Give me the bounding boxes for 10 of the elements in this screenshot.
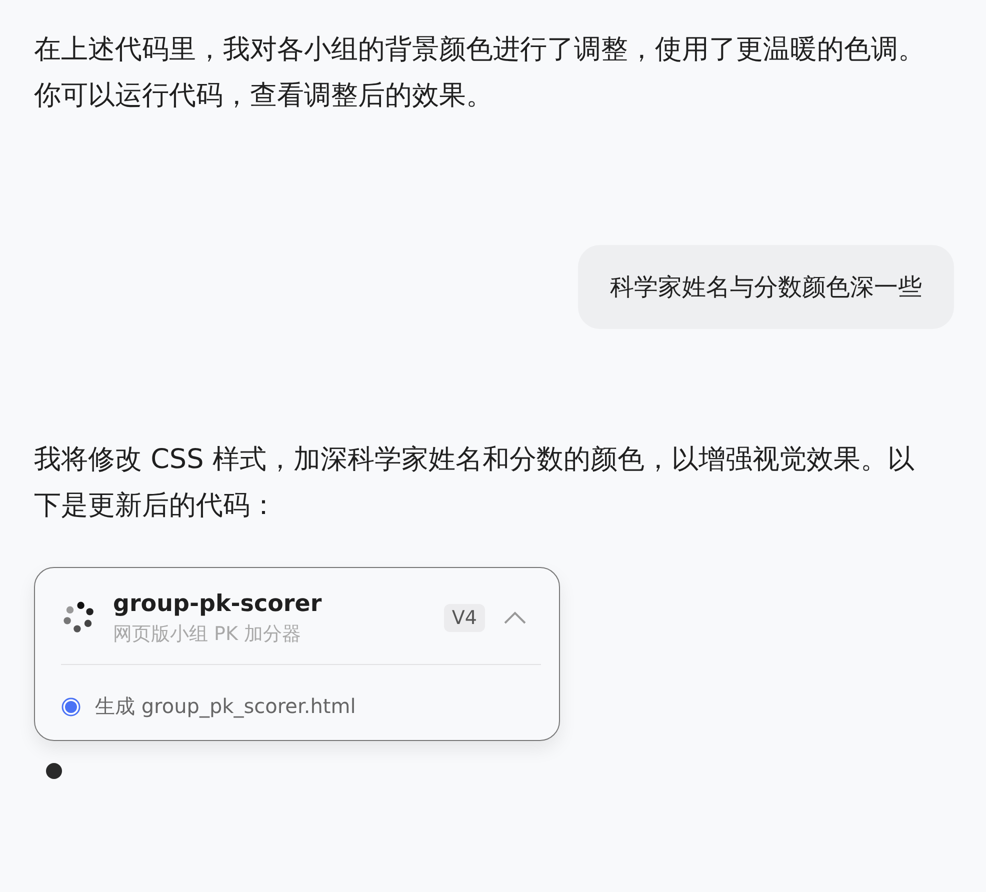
chevron-icon[interactable] [503, 611, 527, 625]
assistant-message: 我将修改 CSS 样式，加深科学家姓名和分数的颜色，以增强视觉效果。以下是更新后的代码： [34, 443, 916, 523]
step-label: 生成 group_pk_scorer.html [95, 693, 356, 720]
user-message: 科学家姓名与分数颜色深一些 [578, 245, 954, 329]
version-badge: V4 [444, 604, 485, 632]
artifact-card[interactable]: group-pk-scorer 网页版小组 PK 加分器 V4 生成 group_pk_scorer.html [34, 567, 560, 741]
artifact-title: group-pk-scorer [113, 590, 323, 619]
status-icon [61, 696, 81, 716]
artifact-subtitle: 网页版小组 PK 加分器 [113, 622, 302, 647]
assistant-message: 在上述代码里，我对各小组的背景颜色进行了调整，使用了更温暖的色调。你可以运行代码，查看调整后的效果。 [34, 33, 926, 113]
